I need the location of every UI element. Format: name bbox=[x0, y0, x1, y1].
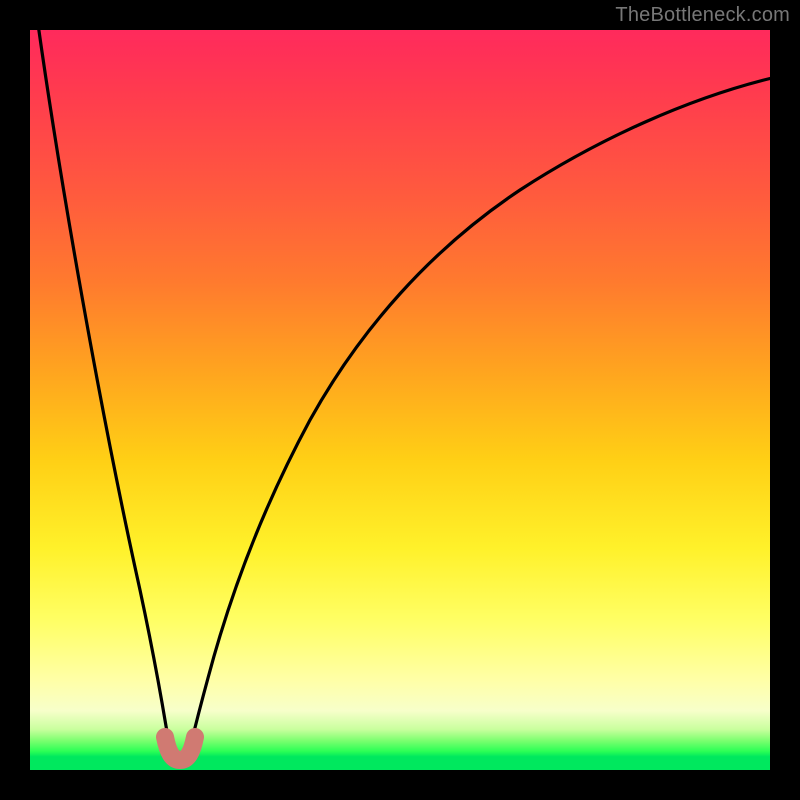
bottleneck-curve-right bbox=[187, 78, 772, 760]
plot-area bbox=[30, 30, 770, 770]
bottleneck-curve-left bbox=[38, 24, 173, 760]
chart-svg bbox=[30, 30, 770, 770]
watermark-text: TheBottleneck.com bbox=[615, 4, 790, 27]
minimum-marker-worm bbox=[165, 737, 195, 760]
outer-black-frame: TheBottleneck.com bbox=[0, 0, 800, 800]
